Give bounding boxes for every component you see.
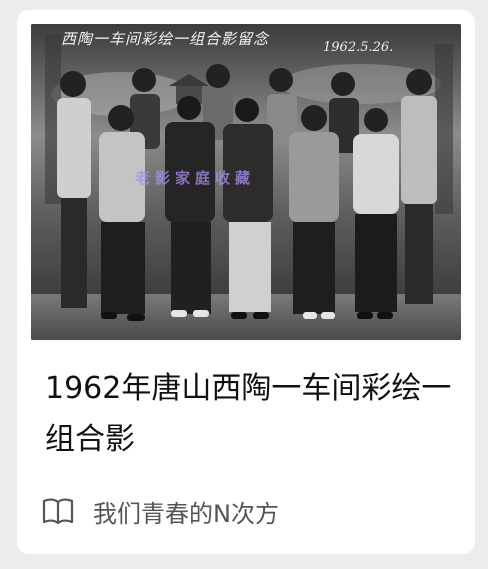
photo-watermark: 老影家庭收藏 (135, 169, 256, 187)
article-card[interactable]: 西陶一车间彩绘一组合影留念 1962.5.26. 老影家庭收藏 1962年唐山西… (17, 10, 475, 554)
book-icon (41, 494, 75, 528)
source-account[interactable]: 我们青春的N次方 (41, 493, 279, 529)
photo-handwritten-caption: 西陶一车间彩绘一组合影留念 (61, 30, 270, 48)
photo-handwritten-date: 1962.5.26. (323, 40, 394, 55)
article-title[interactable]: 1962年唐山西陶一车间彩绘一组合影 (45, 363, 465, 465)
source-name: 我们青春的N次方 (93, 499, 279, 528)
group-photo[interactable]: 西陶一车间彩绘一组合影留念 1962.5.26. 老影家庭收藏 (31, 24, 461, 340)
